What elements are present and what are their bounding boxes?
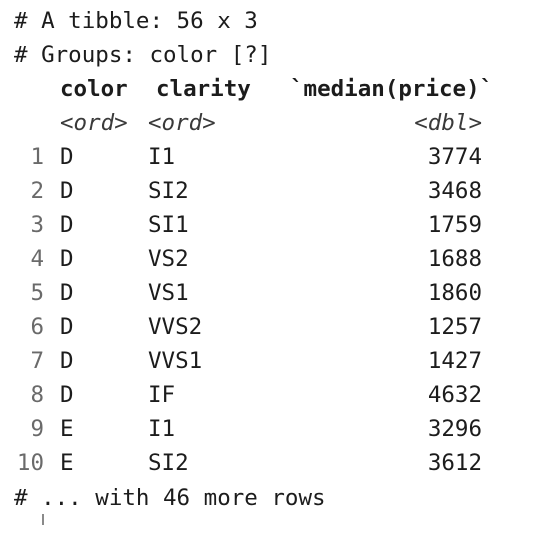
cell-clarity: VVS2 bbox=[148, 314, 203, 340]
cell-clarity: VS2 bbox=[148, 246, 189, 272]
cell-color: D bbox=[60, 178, 74, 204]
row-number: 8 bbox=[30, 382, 44, 408]
row-number: 4 bbox=[30, 246, 44, 272]
cell-color: D bbox=[60, 212, 74, 238]
cell-median-price: 1759 bbox=[427, 212, 482, 238]
table-row: 1 D I1 3774 bbox=[0, 140, 552, 174]
cell-clarity: I1 bbox=[148, 144, 176, 170]
cell-clarity: SI2 bbox=[148, 178, 189, 204]
cell-median-price: 1427 bbox=[427, 348, 482, 374]
cell-clarity: SI2 bbox=[148, 450, 189, 476]
cell-median-price: 3774 bbox=[427, 144, 482, 170]
table-row: 2 D SI2 3468 bbox=[0, 174, 552, 208]
table-row: 7 D VVS1 1427 bbox=[0, 344, 552, 378]
groups-line: # Groups: color [?] bbox=[14, 42, 272, 68]
column-name-clarity: clarity bbox=[156, 76, 251, 102]
table-row: 5 D VS1 1860 bbox=[0, 276, 552, 310]
row-number: 9 bbox=[30, 416, 44, 442]
column-type-clarity: <ord> bbox=[148, 110, 216, 136]
cell-median-price: 1860 bbox=[427, 280, 482, 306]
row-number: 3 bbox=[30, 212, 44, 238]
row-number: 10 bbox=[16, 450, 44, 476]
row-number: 2 bbox=[30, 178, 44, 204]
table-row: 8 D IF 4632 bbox=[0, 378, 552, 412]
table-row: 10 E SI2 3612 bbox=[0, 446, 552, 480]
cell-clarity: I1 bbox=[148, 416, 176, 442]
table-row: 6 D VVS2 1257 bbox=[0, 310, 552, 344]
r-console-output: # A tibble: 56 x 3 # Groups: color [?] c… bbox=[0, 0, 552, 536]
cell-clarity: IF bbox=[148, 382, 176, 408]
cell-median-price: 3468 bbox=[427, 178, 482, 204]
column-types-row: <ord> <ord> <dbl> bbox=[0, 106, 552, 140]
cell-color: D bbox=[60, 314, 74, 340]
column-names-row: color clarity `median(price)` bbox=[0, 72, 552, 106]
cell-color: D bbox=[60, 348, 74, 374]
row-number: 6 bbox=[30, 314, 44, 340]
table-row: 3 D SI1 1759 bbox=[0, 208, 552, 242]
cell-color: D bbox=[60, 280, 74, 306]
cell-median-price: 1688 bbox=[427, 246, 482, 272]
cell-color: D bbox=[60, 246, 74, 272]
column-name-color: color bbox=[60, 76, 128, 102]
text-cursor bbox=[42, 514, 44, 525]
row-number: 7 bbox=[30, 348, 44, 374]
row-number: 1 bbox=[30, 144, 44, 170]
column-type-median-price: <dbl> bbox=[414, 110, 482, 136]
row-number: 5 bbox=[30, 280, 44, 306]
more-rows-note: # ... with 46 more rows bbox=[14, 485, 326, 511]
cell-clarity: VVS1 bbox=[148, 348, 203, 374]
column-type-color: <ord> bbox=[60, 110, 128, 136]
cell-color: E bbox=[60, 416, 74, 442]
cell-median-price: 3296 bbox=[427, 416, 482, 442]
cell-median-price: 4632 bbox=[427, 382, 482, 408]
tibble-summary-line: # A tibble: 56 x 3 bbox=[14, 8, 258, 34]
cell-color: D bbox=[60, 382, 74, 408]
column-name-median-price: `median(price)` bbox=[290, 76, 494, 102]
cell-clarity: SI1 bbox=[148, 212, 189, 238]
table-row: 4 D VS2 1688 bbox=[0, 242, 552, 276]
cell-median-price: 1257 bbox=[427, 314, 482, 340]
cell-median-price: 3612 bbox=[427, 450, 482, 476]
table-row: 9 E I1 3296 bbox=[0, 412, 552, 446]
cell-color: D bbox=[60, 144, 74, 170]
cell-color: E bbox=[60, 450, 74, 476]
cell-clarity: VS1 bbox=[148, 280, 189, 306]
